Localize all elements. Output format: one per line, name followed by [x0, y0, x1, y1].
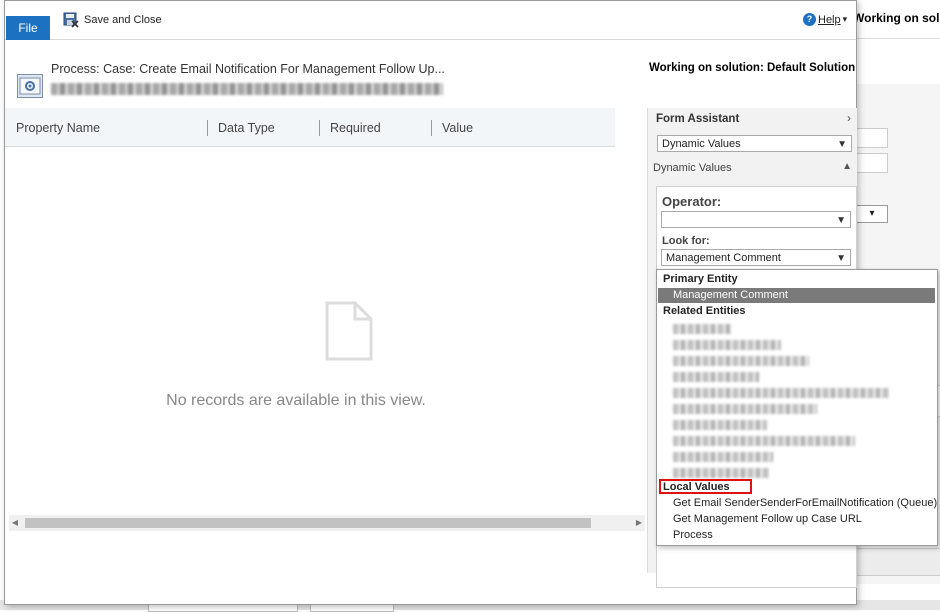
chevron-down-icon: ▾: [842, 14, 848, 24]
list-item-local-value[interactable]: Process: [673, 529, 713, 541]
list-item-redacted[interactable]: [673, 452, 773, 462]
help-icon: ?: [803, 13, 816, 26]
scroll-left-arrow-icon[interactable]: ◀: [9, 515, 21, 531]
dynamic-values-select[interactable]: Dynamic Values ▼: [657, 135, 852, 152]
process-icon: [17, 74, 43, 98]
list-item-local-value[interactable]: Get Management Follow up Case URL: [673, 513, 862, 525]
operator-select[interactable]: ▼: [661, 211, 851, 228]
process-title: Process: Case: Create Email Notification…: [51, 62, 445, 76]
list-item-redacted[interactable]: [673, 356, 809, 366]
list-item-redacted[interactable]: [673, 404, 817, 414]
process-header: Process: Case: Create Email Notification…: [5, 40, 856, 106]
file-tab[interactable]: File: [6, 16, 50, 40]
list-item-redacted[interactable]: [673, 324, 731, 334]
lookfor-dropdown-list: Primary Entity Management Comment Relate…: [656, 269, 938, 546]
horizontal-scrollbar[interactable]: ◀ ▶: [9, 515, 645, 531]
group-related-entities: Related Entities: [663, 305, 746, 317]
column-required[interactable]: Required: [330, 121, 381, 135]
background-divider: [856, 38, 940, 39]
properties-grid: Property Name Data Type Required Value N…: [5, 108, 647, 573]
column-data-type[interactable]: Data Type: [218, 121, 275, 135]
column-property-name[interactable]: Property Name: [16, 121, 100, 135]
chevron-down-icon: ▼: [836, 215, 846, 226]
list-item-label: Management Comment: [673, 289, 788, 301]
empty-grid-message: No records are available in this view.: [166, 392, 426, 409]
operator-label: Operator:: [662, 194, 722, 209]
background-field[interactable]: [856, 128, 888, 148]
grid-header: Property Name Data Type Required Value: [5, 108, 615, 147]
working-on-solution: Working on solution: Default Solution: [649, 62, 856, 74]
chevron-down-icon: ▼: [836, 253, 846, 264]
scrollbar-thumb[interactable]: [25, 518, 591, 528]
dynamic-values-select-value: Dynamic Values: [662, 138, 741, 150]
list-item-redacted[interactable]: [673, 468, 769, 478]
help-button[interactable]: ? Help ▾: [803, 13, 847, 26]
collapse-up-icon[interactable]: ▲: [842, 161, 852, 172]
lookfor-label: Look for:: [662, 235, 710, 247]
ribbon: File Save and Close ? Help ▾: [5, 1, 856, 40]
lookfor-select-value: Management Comment: [666, 252, 781, 264]
save-close-icon: [63, 12, 79, 28]
chevron-right-icon[interactable]: ›: [847, 111, 851, 125]
list-item-redacted[interactable]: [673, 388, 889, 398]
lookfor-select[interactable]: Management Comment ▼: [661, 249, 851, 266]
group-local-values: Local Values: [663, 481, 730, 493]
column-separator[interactable]: [431, 120, 432, 136]
background-field[interactable]: [856, 153, 888, 173]
column-separator[interactable]: [319, 120, 320, 136]
background-field: [856, 548, 940, 576]
list-item-redacted[interactable]: [673, 372, 759, 382]
background-working-title: Working on soluti: [853, 11, 940, 25]
column-value[interactable]: Value: [442, 121, 473, 135]
list-item-local-value[interactable]: Get Email SenderSenderForEmailNotificati…: [673, 497, 937, 509]
scroll-right-arrow-icon[interactable]: ▶: [633, 515, 645, 531]
list-item-selected[interactable]: Management Comment: [658, 288, 935, 303]
background-select[interactable]: ▾: [856, 205, 888, 223]
help-label: Help: [818, 13, 841, 26]
save-and-close-label: Save and Close: [84, 14, 162, 26]
list-item-redacted[interactable]: [673, 420, 767, 430]
list-item-redacted[interactable]: [673, 436, 855, 446]
dynamic-values-label: Dynamic Values: [653, 162, 732, 174]
document-icon: [325, 301, 373, 361]
chevron-down-icon: ▼: [837, 139, 847, 150]
group-primary-entity: Primary Entity: [663, 273, 738, 285]
process-subtitle-redacted: [51, 83, 443, 95]
list-item-redacted[interactable]: [673, 340, 781, 350]
form-assistant-title: Form Assistant: [656, 113, 740, 125]
save-and-close-button[interactable]: Save and Close: [63, 11, 162, 29]
column-separator[interactable]: [207, 120, 208, 136]
